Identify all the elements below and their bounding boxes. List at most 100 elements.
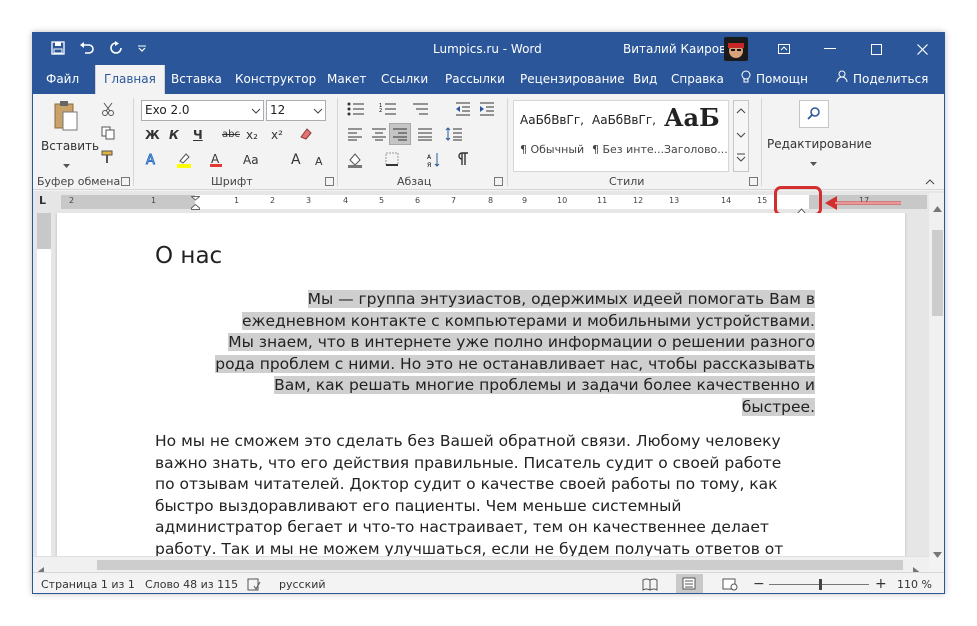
font-size-value: 12 [270, 103, 286, 117]
align-left-icon[interactable] [347, 127, 363, 144]
zoom-slider[interactable] [769, 579, 869, 590]
doc-heading[interactable]: О нас [155, 243, 222, 269]
copy-icon[interactable] [101, 126, 115, 143]
word-count[interactable]: Слово 48 из 115 [145, 578, 238, 591]
tell-me[interactable]: Помощн [741, 65, 808, 94]
page-count[interactable]: Страница 1 из 1 [41, 578, 135, 591]
tab-layout[interactable]: Макет [327, 65, 366, 94]
scroll-up-icon[interactable] [933, 197, 942, 216]
chevron-up-icon[interactable] [736, 105, 746, 118]
ruler-number: 4 [343, 196, 349, 205]
paste-button[interactable]: Вставить [41, 100, 99, 168]
ribbon-display-options-button[interactable] [761, 33, 807, 65]
collapse-ribbon-icon[interactable] [925, 176, 935, 189]
share-button[interactable]: Поделиться [836, 65, 928, 94]
line-spacing-icon[interactable] [445, 127, 463, 144]
undo-icon[interactable] [79, 41, 95, 55]
minimize-button[interactable] [807, 33, 853, 65]
clear-formatting-icon[interactable] [299, 127, 313, 144]
zoom-in-button[interactable]: + [875, 576, 887, 592]
zoom-out-button[interactable]: − [753, 576, 765, 592]
strikethrough-button[interactable]: abc [222, 127, 240, 143]
justify-icon[interactable] [417, 127, 433, 144]
vertical-scroll-thumb[interactable] [932, 230, 943, 316]
paragraph-mark-icon[interactable] [457, 152, 469, 169]
horizontal-scroll-thumb[interactable] [97, 560, 903, 570]
tab-mailings[interactable]: Рассылки [445, 65, 505, 94]
tab-selector[interactable]: L [39, 194, 46, 207]
bullets-icon[interactable] [347, 102, 365, 119]
tab-insert[interactable]: Вставка [171, 65, 222, 94]
style-normal[interactable]: АаБбВвГг, ¶ Обычный [514, 101, 586, 171]
tab-home[interactable]: Главная [95, 65, 165, 94]
font-name-box[interactable]: Exo 2.0 [141, 100, 264, 121]
subscript-button[interactable]: x₂ [246, 127, 258, 143]
align-right-icon[interactable] [389, 123, 411, 145]
decrease-indent-icon[interactable] [455, 102, 471, 119]
tab-review[interactable]: Рецензирование [520, 65, 625, 94]
save-icon[interactable] [51, 41, 65, 55]
style-no-spacing[interactable]: АаБбВвГг, ¶ Без инте... [586, 101, 664, 171]
chevron-down-icon[interactable] [736, 129, 746, 142]
vertical-ruler[interactable] [37, 213, 51, 556]
tab-file[interactable]: Файл [46, 65, 79, 94]
close-button[interactable] [899, 33, 944, 65]
grow-font-button[interactable]: A [291, 152, 301, 168]
bold-button[interactable]: Ж [145, 127, 160, 143]
zoom-level[interactable]: 110 % [897, 578, 932, 591]
print-layout-icon[interactable] [676, 574, 703, 593]
language[interactable]: русский [279, 578, 326, 591]
web-layout-icon[interactable] [722, 578, 738, 593]
more-styles-icon[interactable] [736, 153, 746, 166]
paragraph-launcher-icon[interactable] [494, 177, 503, 186]
avatar[interactable] [724, 37, 748, 61]
style-heading[interactable]: АаБ Заголово... [658, 101, 730, 171]
proofing-icon[interactable] [247, 578, 261, 593]
align-center-icon[interactable] [371, 127, 387, 144]
text-effects-icon[interactable]: A [145, 152, 159, 169]
tab-references[interactable]: Ссылки [381, 65, 428, 94]
numbering-icon[interactable]: 12 [379, 102, 397, 119]
styles-gallery-scroll[interactable] [733, 100, 749, 172]
selected-paragraph[interactable]: Мы — группа энтузиастов, одержимых идеей… [195, 289, 815, 418]
ruler-number: 3 [306, 196, 312, 205]
chevron-down-icon[interactable] [251, 104, 261, 123]
editing-button[interactable]: Редактирование [767, 100, 872, 172]
format-painter-icon[interactable] [101, 150, 115, 167]
document-page[interactable]: О нас Мы — группа энтузиастов, одержимых… [57, 213, 905, 556]
tab-view[interactable]: Вид [633, 65, 657, 94]
tab-help[interactable]: Справка [671, 65, 724, 94]
read-mode-icon[interactable] [642, 578, 658, 593]
clipboard-launcher-icon[interactable] [121, 177, 130, 186]
scroll-down-icon[interactable] [933, 543, 942, 562]
redo-icon[interactable] [109, 41, 123, 55]
sort-icon[interactable]: AЯ [427, 152, 441, 171]
body-paragraph[interactable]: Но мы не сможем это сделать без Вашей об… [155, 431, 805, 556]
italic-button[interactable]: К [169, 127, 179, 143]
highlight-color-icon[interactable] [176, 152, 192, 171]
superscript-button[interactable]: x² [271, 127, 283, 143]
zoom-slider-thumb[interactable] [819, 579, 822, 590]
customize-icon[interactable] [137, 43, 147, 53]
maximize-button[interactable] [853, 33, 899, 65]
left-indent-marker[interactable] [190, 195, 201, 214]
share-label: Поделиться [853, 72, 929, 86]
font-size-box[interactable]: 12 [266, 100, 326, 121]
change-case-button[interactable]: Aa [243, 152, 259, 168]
horizontal-scrollbar[interactable] [33, 556, 929, 576]
underline-button[interactable]: Ч [193, 127, 203, 143]
style-name: ¶ Без инте... [592, 143, 665, 156]
chevron-down-icon[interactable] [313, 104, 323, 123]
vertical-scrollbar[interactable] [929, 193, 944, 558]
increase-indent-icon[interactable] [479, 102, 495, 119]
styles-launcher-icon[interactable] [749, 177, 758, 186]
font-launcher-icon[interactable] [325, 177, 334, 186]
tab-design[interactable]: Конструктор [235, 65, 316, 94]
multilevel-list-icon[interactable] [411, 102, 429, 119]
shading-icon[interactable] [347, 152, 363, 171]
borders-icon[interactable] [385, 152, 399, 169]
font-color-icon[interactable]: A [209, 152, 223, 171]
user-name[interactable]: Виталий Каиров [623, 42, 726, 56]
shrink-font-button[interactable]: A [315, 154, 323, 170]
cut-icon[interactable] [101, 102, 115, 119]
